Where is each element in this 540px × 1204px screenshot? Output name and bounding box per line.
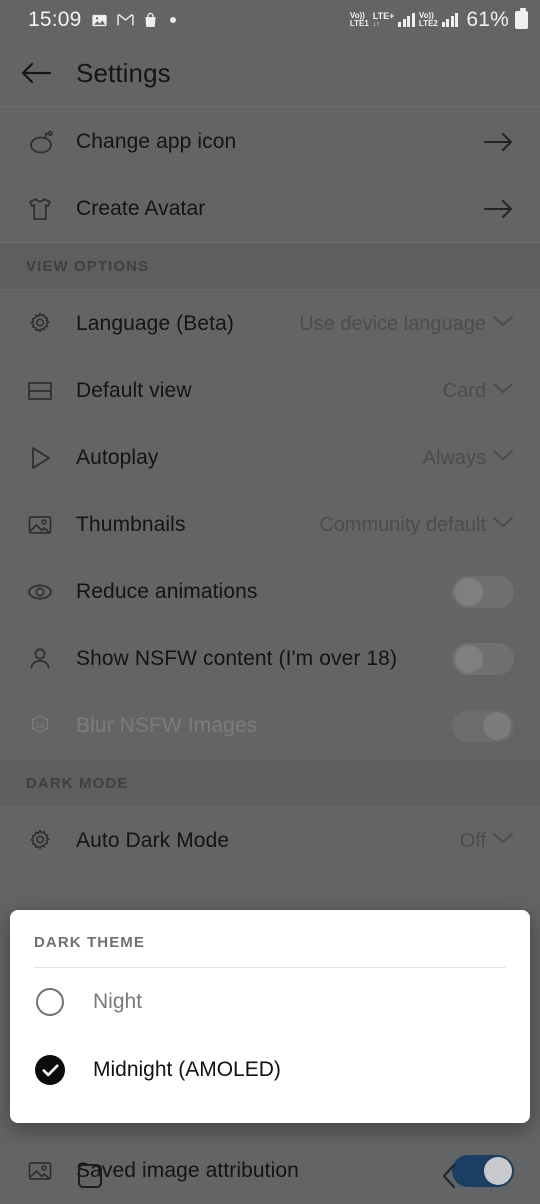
dark-theme-dialog: DARK THEME Night Midnight (AMOLED) — [10, 910, 530, 1123]
age-18-icon: 18 — [26, 712, 68, 740]
eye-icon — [26, 578, 68, 606]
back-arrow-icon[interactable] — [14, 51, 58, 95]
toggle-blur-nsfw — [452, 709, 514, 742]
battery-icon — [515, 8, 528, 29]
status-clock: 15:09 — [28, 8, 82, 31]
settings-row-label: Show NSFW content (I'm over 18) — [76, 646, 398, 670]
shopping-bag-icon — [143, 12, 158, 28]
settings-list: Change app icon Create Avatar VIEW OPTIO… — [0, 108, 540, 874]
play-icon — [26, 444, 68, 472]
settings-row-show-nsfw[interactable]: Show NSFW content (I'm over 18) — [0, 625, 540, 692]
system-nav-bar — [0, 1148, 540, 1204]
volte2-icon: Vo)) LTE2 — [418, 11, 438, 28]
settings-row-thumbnails[interactable]: Thumbnails Community default — [0, 491, 540, 558]
battery-percent: 61% — [466, 8, 509, 31]
radio-unselected-icon[interactable] — [34, 986, 66, 1018]
dialog-option-label: Night — [93, 990, 143, 1013]
status-bar-left: 15:09 — [28, 8, 350, 32]
settings-row-value: Always — [422, 446, 486, 469]
gmail-icon — [116, 13, 134, 27]
svg-text:18: 18 — [35, 719, 45, 729]
gear-icon — [26, 827, 68, 855]
settings-row-label: Auto Dark Mode — [76, 828, 230, 852]
chevron-down-icon[interactable] — [492, 515, 514, 534]
dialog-title: DARK THEME — [34, 934, 145, 951]
settings-row-autoplay[interactable]: Autoplay Always — [0, 424, 540, 491]
settings-row-create-avatar[interactable]: Create Avatar — [0, 175, 540, 242]
radio-selected-check-icon[interactable] — [34, 1054, 66, 1086]
chevron-down-icon[interactable] — [492, 831, 514, 850]
toggle-reduce-animations[interactable] — [452, 575, 514, 608]
person-icon — [26, 645, 68, 673]
recents-square-icon[interactable] — [55, 1156, 125, 1196]
arrow-right-icon — [484, 131, 514, 153]
dialog-option-midnight-amoled[interactable]: Midnight (AMOLED) — [10, 1036, 530, 1104]
settings-row-value: Card — [442, 379, 486, 402]
home-icon[interactable] — [235, 1156, 305, 1196]
toggle-show-nsfw[interactable] — [452, 642, 514, 675]
app-bar: Settings — [0, 40, 540, 107]
lte-plus-indicator: LTE+ ↓↑ — [372, 11, 395, 29]
settings-row-value: Use device language — [299, 312, 486, 335]
settings-row-auto-dark-mode[interactable]: Auto Dark Mode Off — [0, 807, 540, 874]
dialog-option-label: Midnight (AMOLED) — [93, 1058, 281, 1081]
settings-row-value: Off — [459, 829, 486, 852]
settings-row-label: Blur NSFW Images — [76, 713, 258, 737]
image-icon — [26, 511, 68, 539]
settings-row-default-view[interactable]: Default view Card — [0, 357, 540, 424]
section-header-view-options: VIEW OPTIONS — [0, 242, 540, 290]
settings-row-label: Create Avatar — [76, 196, 206, 220]
phone-screen: 15:09 Vo)) LTE1 LTE+ ↓↑ Vo)) LTE2 61% Se… — [0, 0, 540, 1204]
back-chevron-icon[interactable] — [415, 1156, 485, 1196]
chevron-down-icon[interactable] — [492, 448, 514, 467]
settings-row-change-app-icon[interactable]: Change app icon — [0, 108, 540, 175]
arrow-right-icon — [484, 198, 514, 220]
dialog-option-night[interactable]: Night — [10, 968, 530, 1036]
chevron-down-icon[interactable] — [492, 381, 514, 400]
status-bar: 15:09 Vo)) LTE1 LTE+ ↓↑ Vo)) LTE2 61% — [0, 0, 540, 40]
status-bar-right: Vo)) LTE1 LTE+ ↓↑ Vo)) LTE2 61% — [350, 8, 528, 32]
chevron-down-icon[interactable] — [492, 314, 514, 333]
settings-row-reduce-animations[interactable]: Reduce animations — [0, 558, 540, 625]
reddit-snoo-icon — [26, 127, 68, 157]
signal-bars-sim1-icon — [398, 13, 415, 27]
settings-row-label: Autoplay — [76, 445, 159, 469]
settings-row-language[interactable]: Language (Beta) Use device language — [0, 290, 540, 357]
settings-row-label: Reduce animations — [76, 579, 258, 603]
section-header-dark-mode: DARK MODE — [0, 759, 540, 807]
photos-icon — [91, 12, 108, 29]
dot-icon — [169, 17, 176, 23]
settings-row-label: Language (Beta) — [76, 311, 234, 335]
settings-row-blur-nsfw: 18 Blur NSFW Images — [0, 692, 540, 759]
signal-bars-sim2-icon — [441, 13, 459, 27]
settings-row-value: Community default — [319, 513, 486, 536]
tshirt-icon — [26, 195, 68, 223]
page-title: Settings — [76, 57, 171, 88]
volte1-icon: Vo)) LTE1 — [349, 11, 369, 28]
gear-icon — [26, 310, 68, 338]
settings-row-label: Thumbnails — [76, 512, 186, 536]
settings-row-label: Default view — [76, 378, 192, 402]
card-view-icon — [26, 377, 68, 405]
settings-row-label: Change app icon — [76, 129, 237, 153]
